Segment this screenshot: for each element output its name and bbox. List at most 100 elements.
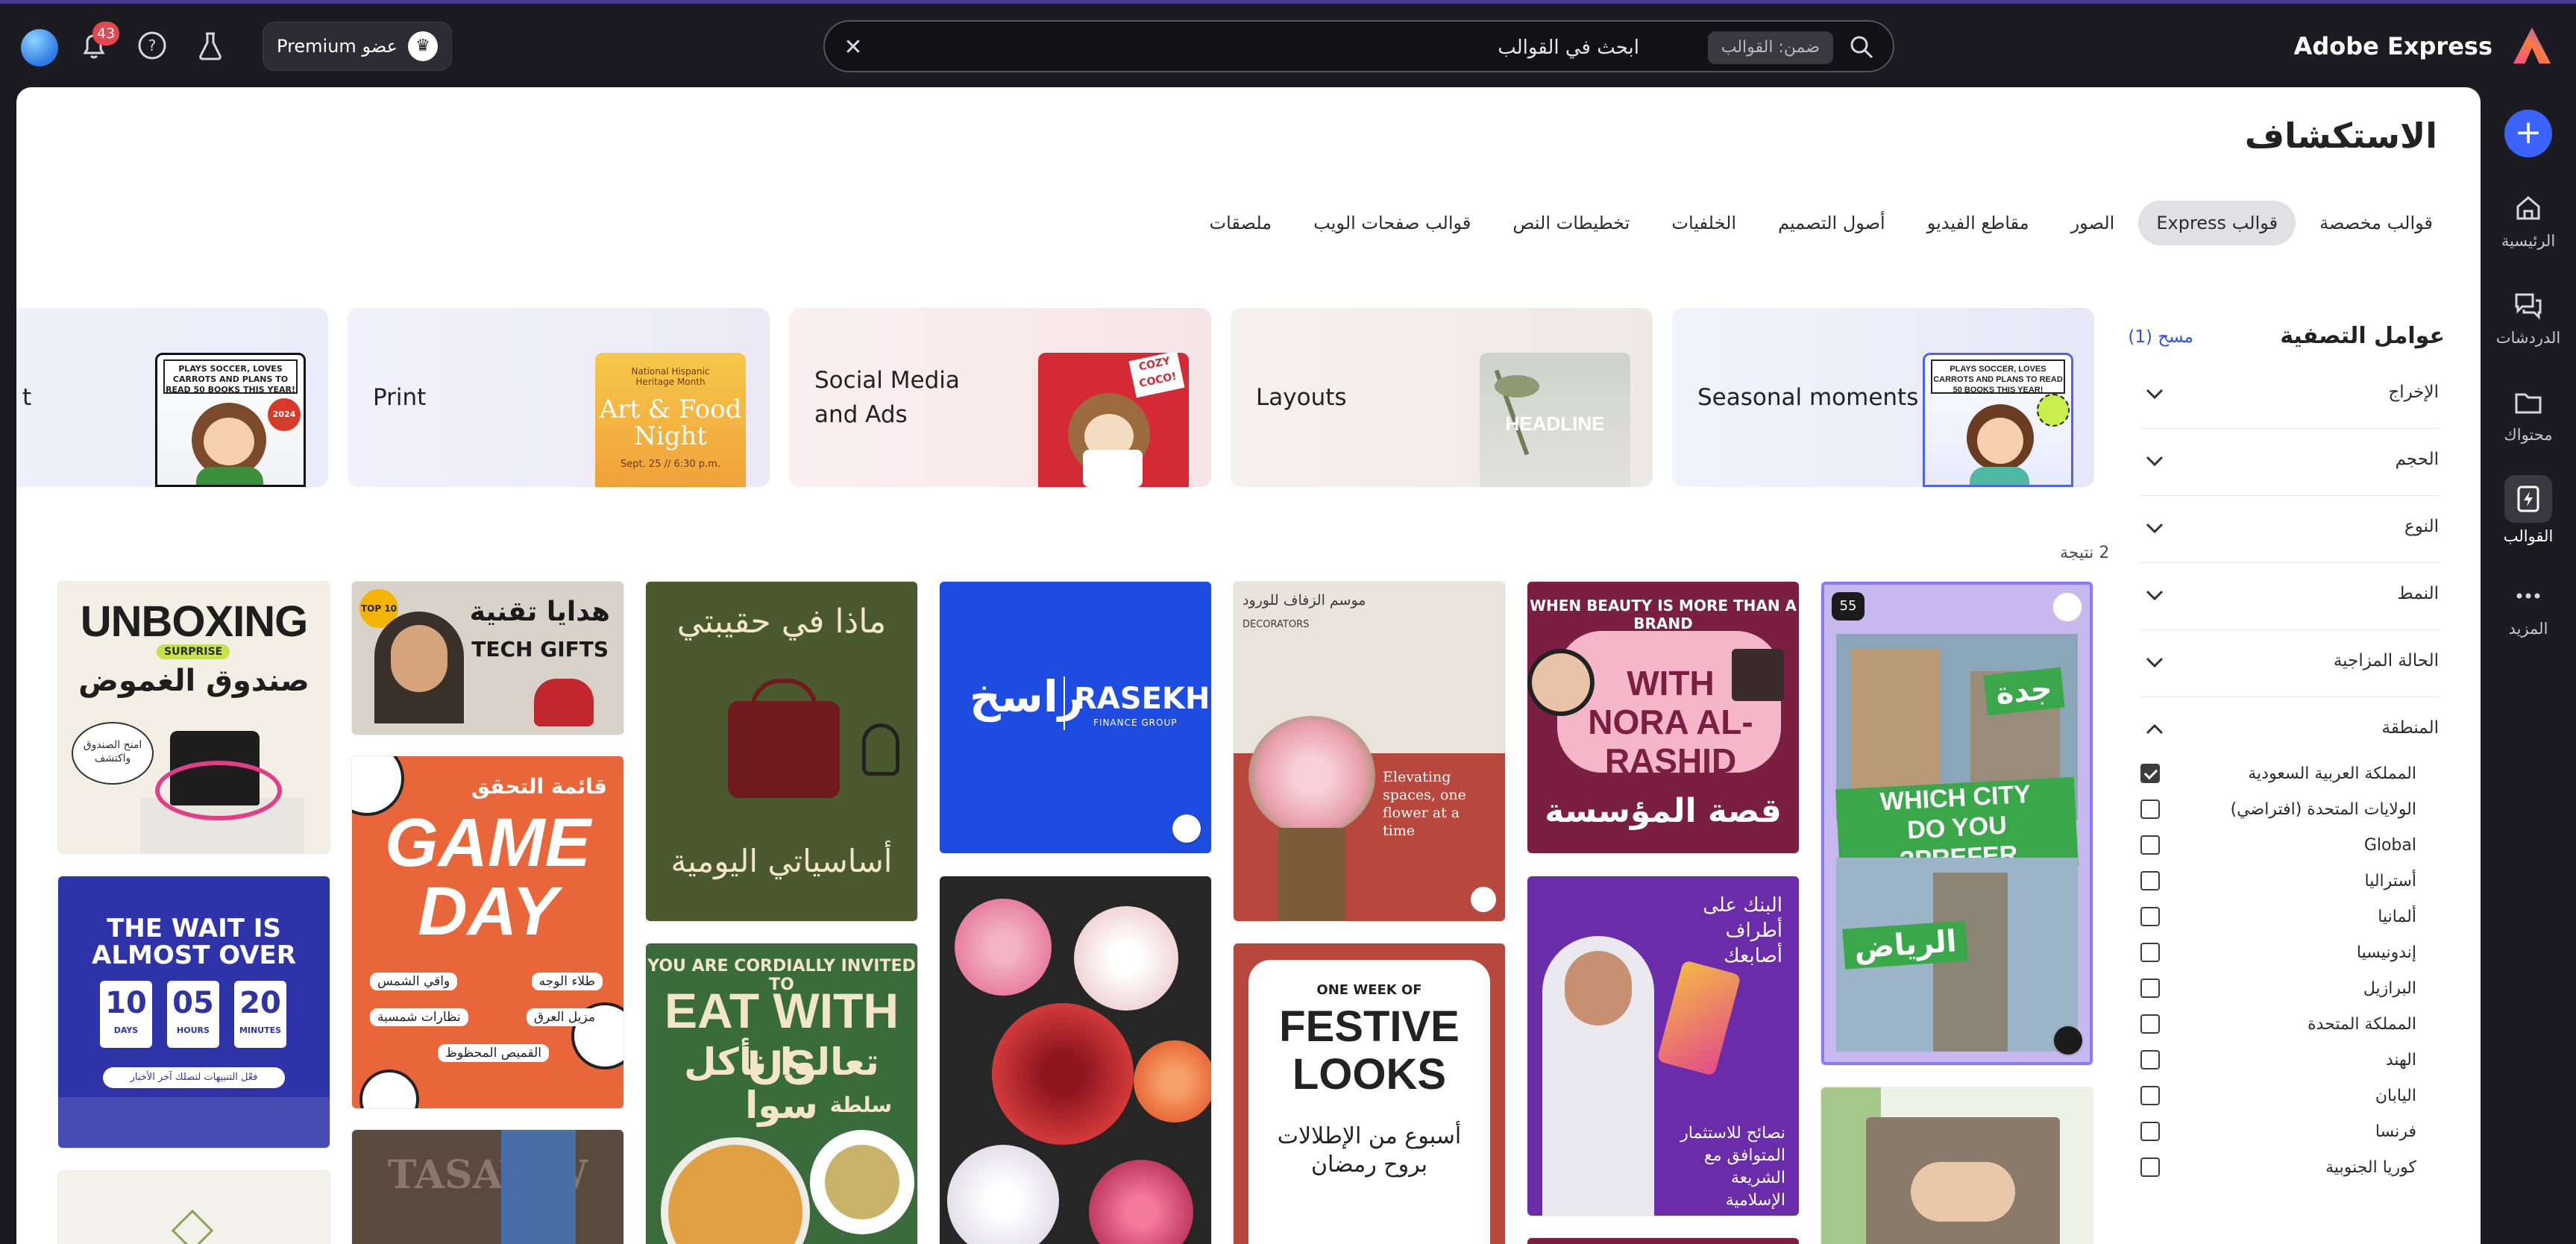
facet-style[interactable]: النمط xyxy=(2140,563,2439,630)
category-card-print[interactable]: Print National Hispanic Heritage Month Ar… xyxy=(348,308,770,487)
rail-item-chats[interactable]: الدردشات xyxy=(2481,289,2576,347)
region-option[interactable]: المملكة المتحدة xyxy=(2140,1006,2439,1042)
brand[interactable]: Adobe Express xyxy=(2294,25,2554,68)
search-scope-chip[interactable]: ضمن: القوالب xyxy=(1707,31,1833,64)
tab-backgrounds[interactable]: الخلفيات xyxy=(1653,201,1754,245)
search-input[interactable]: ابحث في القوالب xyxy=(1498,35,1639,60)
category-thumbnail: PLAYS SOCCER, LOVES CARROTS AND PLANS TO… xyxy=(1923,353,2073,487)
rail-item-home[interactable]: الرئيسية xyxy=(2481,192,2576,250)
category-card-partial[interactable]: t PLAYS SOCCER, LOVES CARROTS AND PLANS … xyxy=(16,308,328,487)
checkbox[interactable] xyxy=(2140,871,2160,890)
region-option[interactable]: البرازيل xyxy=(2140,970,2439,1006)
template-card-dahlias[interactable] xyxy=(940,876,1211,1244)
region-option[interactable]: أستراليا xyxy=(2140,863,2439,899)
facet-mood[interactable]: الحالة المزاجية xyxy=(2140,630,2439,697)
template-card-partial[interactable] xyxy=(1527,1238,1799,1244)
region-option[interactable]: إندونيسيا xyxy=(2140,934,2439,970)
checkbox-checked[interactable] xyxy=(2140,764,2160,783)
facet-label: المنطقة xyxy=(2381,718,2439,738)
facet-label: النوع xyxy=(2404,517,2439,536)
region-option[interactable]: فرنسا xyxy=(2140,1113,2439,1149)
template-card-tech-gifts[interactable]: TOP 10 هدايا تقنية TECH GIFTS xyxy=(352,582,623,735)
tab-photos[interactable]: الصور xyxy=(2053,201,2133,245)
chevron-down-icon xyxy=(2146,456,2164,467)
template-card-unboxing[interactable]: UNBOXING SURPRISE صندوق الغموض امنح الصن… xyxy=(58,582,330,853)
checkbox[interactable] xyxy=(2140,1086,2160,1105)
search-bar[interactable]: ضمن: القوالب ابحث في القوالب ✕ xyxy=(823,20,1894,72)
chevron-down-icon xyxy=(2146,657,2164,668)
category-label: Print xyxy=(373,384,427,411)
tab-design-assets[interactable]: أصول التصميم xyxy=(1760,201,1903,245)
template-card-bank[interactable]: البنك على أطراف أصابعك نصائح للاستثمار ا… xyxy=(1527,876,1799,1216)
checkbox[interactable] xyxy=(2140,978,2160,998)
category-card-social-media[interactable]: Social Media and Ads COZY COCO! xyxy=(789,308,1211,487)
chevron-down-icon xyxy=(2146,389,2164,400)
facet-label: الحجم xyxy=(2395,450,2439,469)
facet-region[interactable]: المنطقة xyxy=(2140,697,2439,764)
checkbox[interactable] xyxy=(2140,907,2160,926)
clear-filters-link[interactable]: مسح (1) xyxy=(2128,327,2193,347)
tab-custom-templates[interactable]: قوالب مخصصة xyxy=(2302,201,2451,245)
facet-size[interactable]: الحجم xyxy=(2140,429,2439,496)
template-card-nora-alrashid[interactable]: WHEN BEAUTY IS MORE THAN A BRAND WITH NO… xyxy=(1527,582,1799,853)
search-icon[interactable] xyxy=(1848,34,1875,60)
template-card-eat-with-us[interactable]: YOU ARE CORDIALLY INVITED TO EAT WITH US… xyxy=(646,943,917,1244)
region-option[interactable]: اليابان xyxy=(2140,1078,2439,1113)
template-card-tasaww[interactable]: TASAWW xyxy=(352,1130,623,1244)
category-label: Social Media and Ads xyxy=(814,367,960,428)
rail-item-more[interactable]: المزيد xyxy=(2481,579,2576,638)
template-card-countdown[interactable]: THE WAIT IS ALMOST OVER 10 DAYS 05 HOURS… xyxy=(58,876,330,1148)
region-option[interactable]: كوريا الجنوبية xyxy=(2140,1149,2439,1185)
category-card-layouts[interactable]: Layouts HEADLINE xyxy=(1231,308,1653,487)
checkbox[interactable] xyxy=(2140,1014,2160,1034)
labs-flask-icon[interactable] xyxy=(192,28,228,63)
checkbox[interactable] xyxy=(2140,943,2160,962)
category-thumbnail: HEADLINE xyxy=(1480,353,1630,487)
checkbox[interactable] xyxy=(2140,835,2160,855)
template-card-rasekh[interactable]: راسخ RASEKH FINANCE GROUP xyxy=(940,582,1211,853)
checkbox[interactable] xyxy=(2140,800,2160,819)
region-option[interactable]: الولايات المتحدة (افتراضي) xyxy=(2140,791,2439,827)
create-new-button[interactable]: + xyxy=(2504,110,2552,157)
facet-output[interactable]: الإخراج xyxy=(2140,362,2439,429)
rail-item-label: محتواك xyxy=(2504,426,2553,444)
region-option[interactable]: Global xyxy=(2140,827,2439,863)
template-card-which-city[interactable]: جدة WHICH CITY DO YOU PREFER? الرياض 55 xyxy=(1821,582,2093,1065)
user-avatar[interactable] xyxy=(21,29,58,66)
filters-title: عوامل التصفية xyxy=(2280,323,2445,349)
content-tabs: قوالب مخصصة قوالب Express الصور مقاطع ال… xyxy=(1192,201,2451,245)
checkbox[interactable] xyxy=(2140,1050,2160,1069)
help-icon[interactable]: ? xyxy=(134,28,170,63)
rail-item-label: الدردشات xyxy=(2495,329,2561,347)
discover-panel: الاستكشاف قوالب مخصصة قوالب Express الصو… xyxy=(16,87,2481,1244)
tab-videos[interactable]: مقاطع الفيديو xyxy=(1909,201,2047,245)
template-card-game-day[interactable]: قائمة التحقق GAME DAY طلاء الوجه واقي ال… xyxy=(352,756,623,1108)
tab-text-layouts[interactable]: تخطيطات النص xyxy=(1495,201,1647,245)
template-card-wedding-flowers[interactable]: موسم الزفاف للورود DECORATORS Elevating … xyxy=(1234,582,1505,921)
category-card-seasonal[interactable]: Seasonal moments PLAYS SOCCER, LOVES CAR… xyxy=(1672,308,2094,487)
tab-express-templates[interactable]: قوالب Express xyxy=(2138,201,2296,245)
template-card-festive-looks[interactable]: ONE WEEK OF FESTIVE LOOKS أسبوع من الإطل… xyxy=(1234,943,1505,1244)
premium-member-button[interactable]: ♛ عضو Premium xyxy=(263,22,452,71)
checkbox[interactable] xyxy=(2140,1122,2160,1141)
home-icon xyxy=(2516,196,2540,220)
category-carousel: Seasonal moments PLAYS SOCCER, LOVES CAR… xyxy=(16,308,2481,487)
template-card-green-hands[interactable] xyxy=(1821,1087,2093,1244)
remix-icon[interactable] xyxy=(2054,1026,2082,1055)
rail-item-templates[interactable]: القوالب xyxy=(2481,475,2576,545)
facet-label: الحالة المزاجية xyxy=(2333,651,2439,670)
clear-search-icon[interactable]: ✕ xyxy=(840,34,867,61)
template-card-whats-in-my-bag[interactable]: ماذا في حقيبتي أساسياتي اليومية xyxy=(646,582,917,921)
checkbox[interactable] xyxy=(2140,1157,2160,1177)
facet-label: النمط xyxy=(2397,584,2439,603)
tab-webpage-templates[interactable]: قوالب صفحات الويب xyxy=(1295,201,1489,245)
tab-stickers[interactable]: ملصقات xyxy=(1192,201,1290,245)
navigation-rail: + الرئيسية الدردشات محتواك القوالب المزي… xyxy=(2481,87,2576,1244)
favorite-heart-icon[interactable] xyxy=(2052,592,2082,622)
template-card-partial[interactable] xyxy=(58,1171,330,1244)
rail-item-your-content[interactable]: محتواك xyxy=(2481,386,2576,444)
region-option[interactable]: الهند xyxy=(2140,1042,2439,1078)
facet-type[interactable]: النوع xyxy=(2140,496,2439,563)
region-option[interactable]: المملكة العربية السعودية xyxy=(2140,755,2439,791)
region-option[interactable]: ألمانيا xyxy=(2140,899,2439,934)
